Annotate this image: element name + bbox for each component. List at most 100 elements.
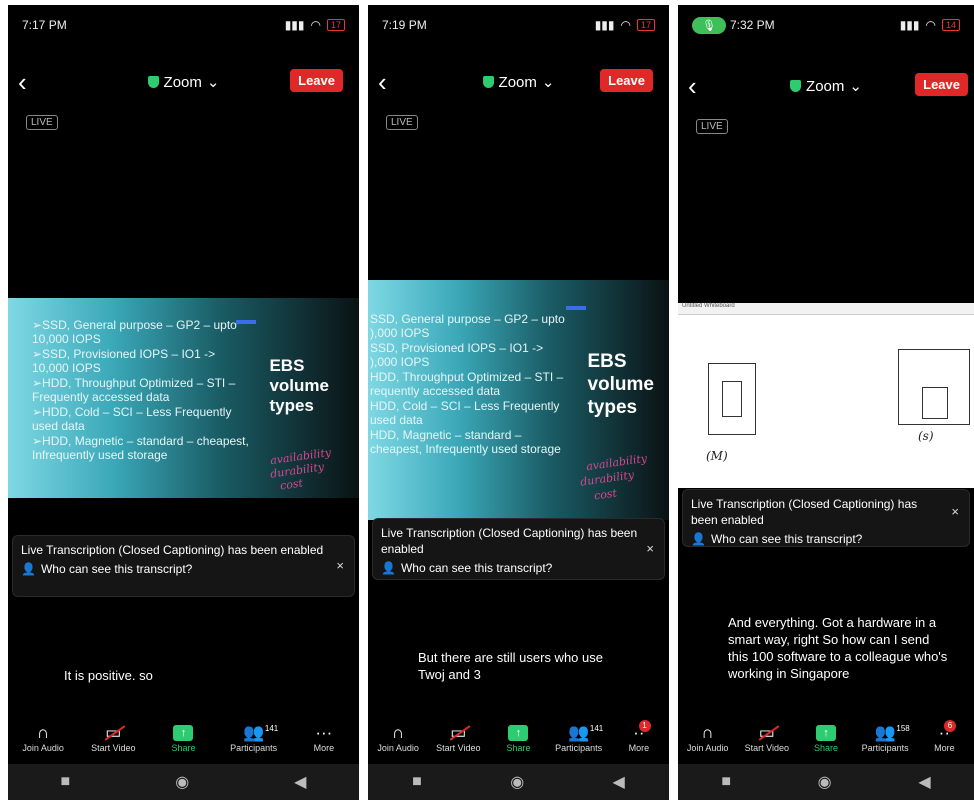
join-audio-button[interactable]: ∩ Join Audio: [368, 723, 428, 753]
participants-button[interactable]: 👥 141 Participants: [219, 723, 289, 753]
transcription-message: Live Transcription (Closed Captioning) h…: [21, 543, 324, 557]
participants-icon: 👥 141: [568, 723, 603, 743]
mic-active-indicator: 🎙: [692, 16, 726, 34]
clock: 7:17 PM: [22, 18, 67, 32]
leave-button[interactable]: Leave: [600, 69, 653, 92]
recents-icon[interactable]: ■: [61, 773, 71, 791]
slide-bullet: ➢HDD, Magnetic – standard – cheapest, In…: [32, 434, 249, 462]
shared-slide: SSD, General purpose – GP2 – upto ),000 …: [368, 280, 669, 520]
transcription-message: Live Transcription (Closed Captioning) h…: [691, 497, 918, 527]
back-nav-icon[interactable]: ◀: [918, 772, 930, 792]
home-icon[interactable]: ◉: [175, 772, 189, 792]
slide-bullet: ➢HDD, Cold – SCI – Less Frequently used …: [32, 405, 232, 433]
close-icon[interactable]: ×: [336, 558, 344, 574]
meeting-topbar: ‹ Zoom ⌄ Leave: [8, 67, 359, 97]
slide-heading: EBS volume types: [587, 351, 654, 418]
participants-count: 158: [896, 724, 910, 733]
clock: 7:32 PM: [729, 18, 775, 32]
meeting-topbar: ‹ Zoom ⌄ Leave: [678, 71, 974, 101]
participants-button[interactable]: 👥 141 Participants: [549, 723, 609, 753]
people-icon: 👤: [21, 562, 36, 576]
start-video-button[interactable]: ▭ Start Video: [737, 723, 796, 753]
share-icon: ↑: [508, 725, 529, 741]
meeting-title[interactable]: Zoom ⌄: [790, 77, 862, 95]
close-icon[interactable]: ×: [951, 504, 959, 520]
shared-slide: ➢SSD, General purpose – GP2 – upto 10,00…: [8, 298, 359, 498]
share-button[interactable]: ↑ Share: [148, 723, 218, 753]
meeting-title[interactable]: Zoom ⌄: [147, 73, 220, 91]
back-icon[interactable]: ‹: [18, 67, 27, 97]
clock: 7:19 PM: [382, 18, 427, 32]
back-icon[interactable]: ‹: [378, 67, 387, 97]
zoom-screen-3: 🎙 7:32 PM ▮▮▮ ◠ 14 ‹ Zoom ⌄ Leave LIVE U…: [678, 5, 974, 800]
wifi-icon: ◠: [620, 18, 631, 32]
start-video-button[interactable]: ▭ Start Video: [78, 723, 148, 753]
signal-icon: ▮▮▮: [899, 18, 920, 32]
transcription-banner: Live Transcription (Closed Captioning) h…: [682, 489, 970, 547]
video-off-icon: ▭: [450, 723, 467, 742]
zoom-screen-1: 7:17 PM ▮▮▮ ◠ 17 ‹ Zoom ⌄ Leave LIVE ➢SS…: [8, 5, 359, 800]
join-audio-button[interactable]: ∩ Join Audio: [8, 723, 78, 753]
shield-icon: [482, 76, 494, 88]
transcription-message: Live Transcription (Closed Captioning) h…: [381, 526, 638, 556]
battery-icon: 14: [941, 19, 960, 31]
transcript-visibility-link[interactable]: 👤 Who can see this transcript?: [21, 561, 346, 577]
transcript-visibility-link[interactable]: 👤 Who can see this transcript?: [691, 531, 961, 547]
more-button[interactable]: ·· 1 More: [609, 720, 669, 753]
people-icon: 👤: [691, 532, 706, 546]
start-video-button[interactable]: ▭ Start Video: [428, 723, 488, 753]
whiteboard-label: (s): [918, 429, 934, 443]
share-button[interactable]: ↑ Share: [796, 723, 855, 753]
signal-icon: ▮▮▮: [594, 18, 615, 32]
drawn-box: [722, 381, 742, 417]
leave-button[interactable]: Leave: [290, 69, 343, 92]
join-audio-button[interactable]: ∩ Join Audio: [678, 723, 737, 753]
headphones-icon: ∩: [36, 723, 50, 742]
android-nav-bar: ■ ◉ ◀: [8, 764, 359, 800]
more-button[interactable]: ··· More: [289, 723, 359, 753]
close-icon[interactable]: ×: [646, 541, 654, 557]
slide-bullets: SSD, General purpose – GP2 – upto ),000 …: [370, 312, 566, 457]
video-off-icon: ▭: [758, 723, 775, 742]
back-nav-icon[interactable]: ◀: [294, 772, 306, 792]
headphones-icon: ∩: [701, 723, 714, 742]
more-icon: ·· 6: [939, 720, 956, 743]
android-nav-bar: ■ ◉ ◀: [678, 764, 974, 800]
slide-bullet: ➢SSD, Provisioned IOPS – IO1 -> 10,000 I…: [32, 347, 216, 375]
slide-marker: [566, 306, 586, 310]
meeting-title[interactable]: Zoom ⌄: [482, 73, 555, 91]
meeting-topbar: ‹ Zoom ⌄ Leave: [368, 67, 669, 97]
recents-icon[interactable]: ■: [721, 773, 731, 791]
android-nav-bar: ■ ◉ ◀: [368, 764, 669, 800]
transcription-banner: Live Transcription (Closed Captioning) h…: [372, 518, 665, 580]
meeting-toolbar: ∩ Join Audio ▭ Start Video ↑ Share 👥 141 …: [8, 723, 359, 763]
participants-button[interactable]: 👥 158 Participants: [856, 723, 915, 753]
whiteboard-label: (M): [706, 449, 728, 463]
back-icon[interactable]: ‹: [688, 71, 697, 101]
status-bar: 7:19 PM ▮▮▮ ◠ 17: [368, 5, 669, 45]
transcript-visibility-link[interactable]: 👤 Who can see this transcript?: [381, 560, 656, 576]
signal-icon: ▮▮▮: [284, 18, 305, 32]
recents-icon[interactable]: ■: [412, 773, 422, 791]
wifi-icon: ◠: [310, 18, 321, 32]
video-off-icon: ▭: [105, 723, 122, 742]
slide-bullet: HDD, Cold – SCI – Less Frequently used d…: [370, 399, 560, 427]
leave-button[interactable]: Leave: [915, 73, 968, 96]
status-bar: 🎙 7:32 PM ▮▮▮ ◠ 14: [678, 5, 974, 45]
back-nav-icon[interactable]: ◀: [613, 772, 625, 792]
shield-icon: [147, 76, 159, 88]
home-icon[interactable]: ◉: [510, 772, 524, 792]
participants-count: 141: [589, 724, 604, 733]
home-icon[interactable]: ◉: [818, 772, 832, 792]
slide-bullet: ➢HDD, Throughput Optimized – STI – Frequ…: [32, 376, 236, 404]
notification-badge: 6: [944, 720, 956, 732]
chevron-down-icon: ⌄: [541, 74, 555, 91]
drawn-box: [922, 387, 948, 419]
chevron-down-icon: ⌄: [206, 74, 220, 91]
share-button[interactable]: ↑ Share: [488, 723, 548, 753]
meeting-toolbar: ∩ Join Audio ▭ Start Video ↑ Share 👥 158 …: [678, 720, 974, 763]
more-button[interactable]: ·· 6 More: [915, 720, 974, 753]
live-caption-text: It is positive. so: [64, 668, 153, 683]
annotation: cost: [593, 486, 618, 503]
participants-count: 141: [264, 724, 279, 733]
